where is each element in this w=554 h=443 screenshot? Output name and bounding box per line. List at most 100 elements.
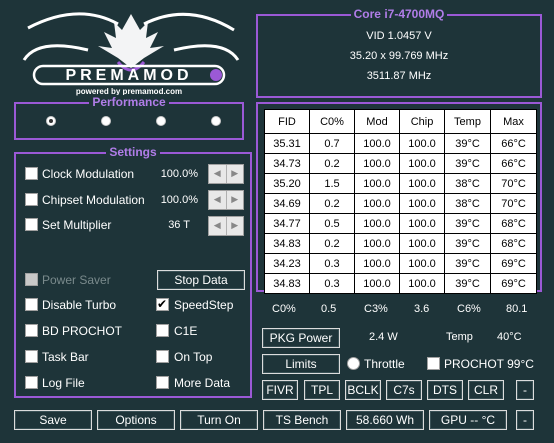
performance-radio-2[interactable] [101,116,111,126]
table-cell: 39°C [444,153,491,174]
chevron-left-icon[interactable]: ◀ [209,165,227,183]
throttle-indicator [347,357,360,370]
core-data-panel: FID C0% Mod Chip Temp Max 35.31 0.7 100.0 1… [256,102,542,294]
task-bar-label: Task Bar [42,350,89,364]
power-saver-checkbox[interactable] [25,273,38,286]
on-top-checkbox[interactable] [156,350,169,363]
table-cell: 70°C [490,193,537,214]
prochot-label: PROCHOT 99°C [444,357,534,371]
chevron-right-icon[interactable]: ▶ [227,191,244,209]
table-cell: 100.0 [399,153,445,174]
chipset-modulation-checkbox[interactable] [25,193,38,206]
performance-radio-4[interactable] [211,116,221,126]
table-row: 34.77 0.5 100.0 100.0 39°C 68°C [264,213,537,234]
table-row: 35.31 0.7 100.0 100.0 39°C 66°C [264,133,537,154]
clock-modulation-stepper[interactable]: ◀ ▶ [208,164,244,184]
chipset-modulation-stepper[interactable]: ◀ ▶ [208,190,244,210]
table-cell: 100.0 [399,213,445,234]
clock-modulation-label: Clock Modulation [42,167,135,181]
c7s-button[interactable]: C7s [386,380,422,400]
disable-turbo-checkbox[interactable] [25,298,38,311]
table-cell: 69°C [490,273,537,294]
energy-button[interactable]: 58.660 Wh [346,410,424,430]
prochot-checkbox[interactable] [427,357,440,370]
performance-radio-3[interactable] [156,116,166,126]
table-row: 34.23 0.3 100.0 100.0 39°C 69°C [264,253,537,274]
core-data-table: FID C0% Mod Chip Temp Max 35.31 0.7 100.0 1… [264,109,537,294]
pkg-power-button[interactable]: PKG Power [262,328,340,348]
save-button[interactable]: Save [14,410,92,430]
table-body: 35.31 0.7 100.0 100.0 39°C 66°C 34.73 0.2 100.0 1… [264,133,537,294]
clock-modulation-checkbox[interactable] [25,167,38,180]
bd-prochot-checkbox[interactable] [25,324,38,337]
c1e-checkbox[interactable] [156,324,169,337]
clr-button[interactable]: CLR [468,380,504,400]
chevron-right-icon[interactable]: ▶ [227,165,244,183]
table-cell: 66°C [490,133,537,154]
chipset-modulation-label: Chipset Modulation [42,193,145,207]
premamod-logo: PREMAMOD powered by premamod.com [18,8,244,98]
clock-modulation-value: 100.0% [160,168,198,180]
chevron-left-icon[interactable]: ◀ [209,217,227,235]
table-cell: 0.3 [309,273,355,294]
turn-on-button[interactable]: Turn On [180,410,258,430]
table-cell: 38°C [444,173,491,194]
table-cell: 34.83 [264,273,310,294]
table-cell: 0.2 [309,193,355,214]
table-cell: 68°C [490,213,537,234]
disable-turbo-label: Disable Turbo [42,298,117,312]
tools-extra-button[interactable]: - [516,380,534,400]
cpu-name: Core i7-4700MQ [350,7,448,21]
column-header: Mod [354,109,400,134]
column-header: FID [264,109,310,134]
set-multiplier-value: 36 T [168,219,190,231]
dts-button[interactable]: DTS [427,380,463,400]
chevron-right-icon[interactable]: ▶ [227,217,244,235]
options-button[interactable]: Options [97,410,175,430]
ts-bench-button[interactable]: TS Bench [263,410,341,430]
column-header: Max [490,109,537,134]
table-cell: 100.0 [354,273,400,294]
task-bar-checkbox[interactable] [25,350,38,363]
table-cell: 0.5 [309,213,355,234]
table-cell: 39°C [444,133,491,154]
table-cell: 34.69 [264,193,310,214]
table-cell: 100.0 [399,133,445,154]
table-cell: 70°C [490,173,537,194]
table-row: 34.83 0.2 100.0 100.0 39°C 68°C [264,233,537,254]
cpu-clock: 35.20 x 99.769 MHz [349,50,449,62]
set-multiplier-checkbox[interactable] [25,218,38,231]
tpl-button[interactable]: TPL [304,380,340,400]
chevron-left-icon[interactable]: ◀ [209,191,227,209]
table-cell: 100.0 [354,153,400,174]
table-cell: 100.0 [354,133,400,154]
table-cell: 100.0 [399,253,445,274]
column-header: Temp [444,109,491,134]
throttle-label: Throttle [364,357,405,371]
minimize-button[interactable]: - [516,410,534,430]
table-cell: 0.7 [309,133,355,154]
table-row: 34.69 0.2 100.0 100.0 38°C 70°C [264,193,537,214]
more-data-checkbox[interactable] [156,376,169,389]
c6-value: 80.1 [506,303,528,315]
table-cell: 100.0 [399,273,445,294]
performance-panel: Performance [14,95,244,140]
performance-radio-1[interactable] [46,116,56,126]
table-row: 35.20 1.5 100.0 100.0 38°C 70°C [264,173,537,194]
stop-data-button[interactable]: Stop Data [157,270,245,290]
table-cell: 100.0 [354,173,400,194]
c0-label: C0% [272,303,296,315]
c3-label: C3% [364,303,388,315]
log-file-checkbox[interactable] [25,376,38,389]
limits-button[interactable]: Limits [262,354,340,374]
gpu-temp-button[interactable]: GPU -- °C [429,410,507,430]
set-multiplier-stepper[interactable]: ◀ ▶ [208,216,244,236]
settings-panel: Settings Clock Modulation 100.0% ◀ ▶ Chip… [14,145,252,398]
on-top-label: On Top [174,350,213,364]
c0-value: 0.5 [321,303,337,315]
fivr-button[interactable]: FIVR [262,380,298,400]
temp-label: Temp [446,331,473,343]
table-row: 34.83 0.3 100.0 100.0 39°C 69°C [264,273,537,294]
bclk-button[interactable]: BCLK [345,380,381,400]
speedstep-checkbox[interactable] [156,297,169,311]
